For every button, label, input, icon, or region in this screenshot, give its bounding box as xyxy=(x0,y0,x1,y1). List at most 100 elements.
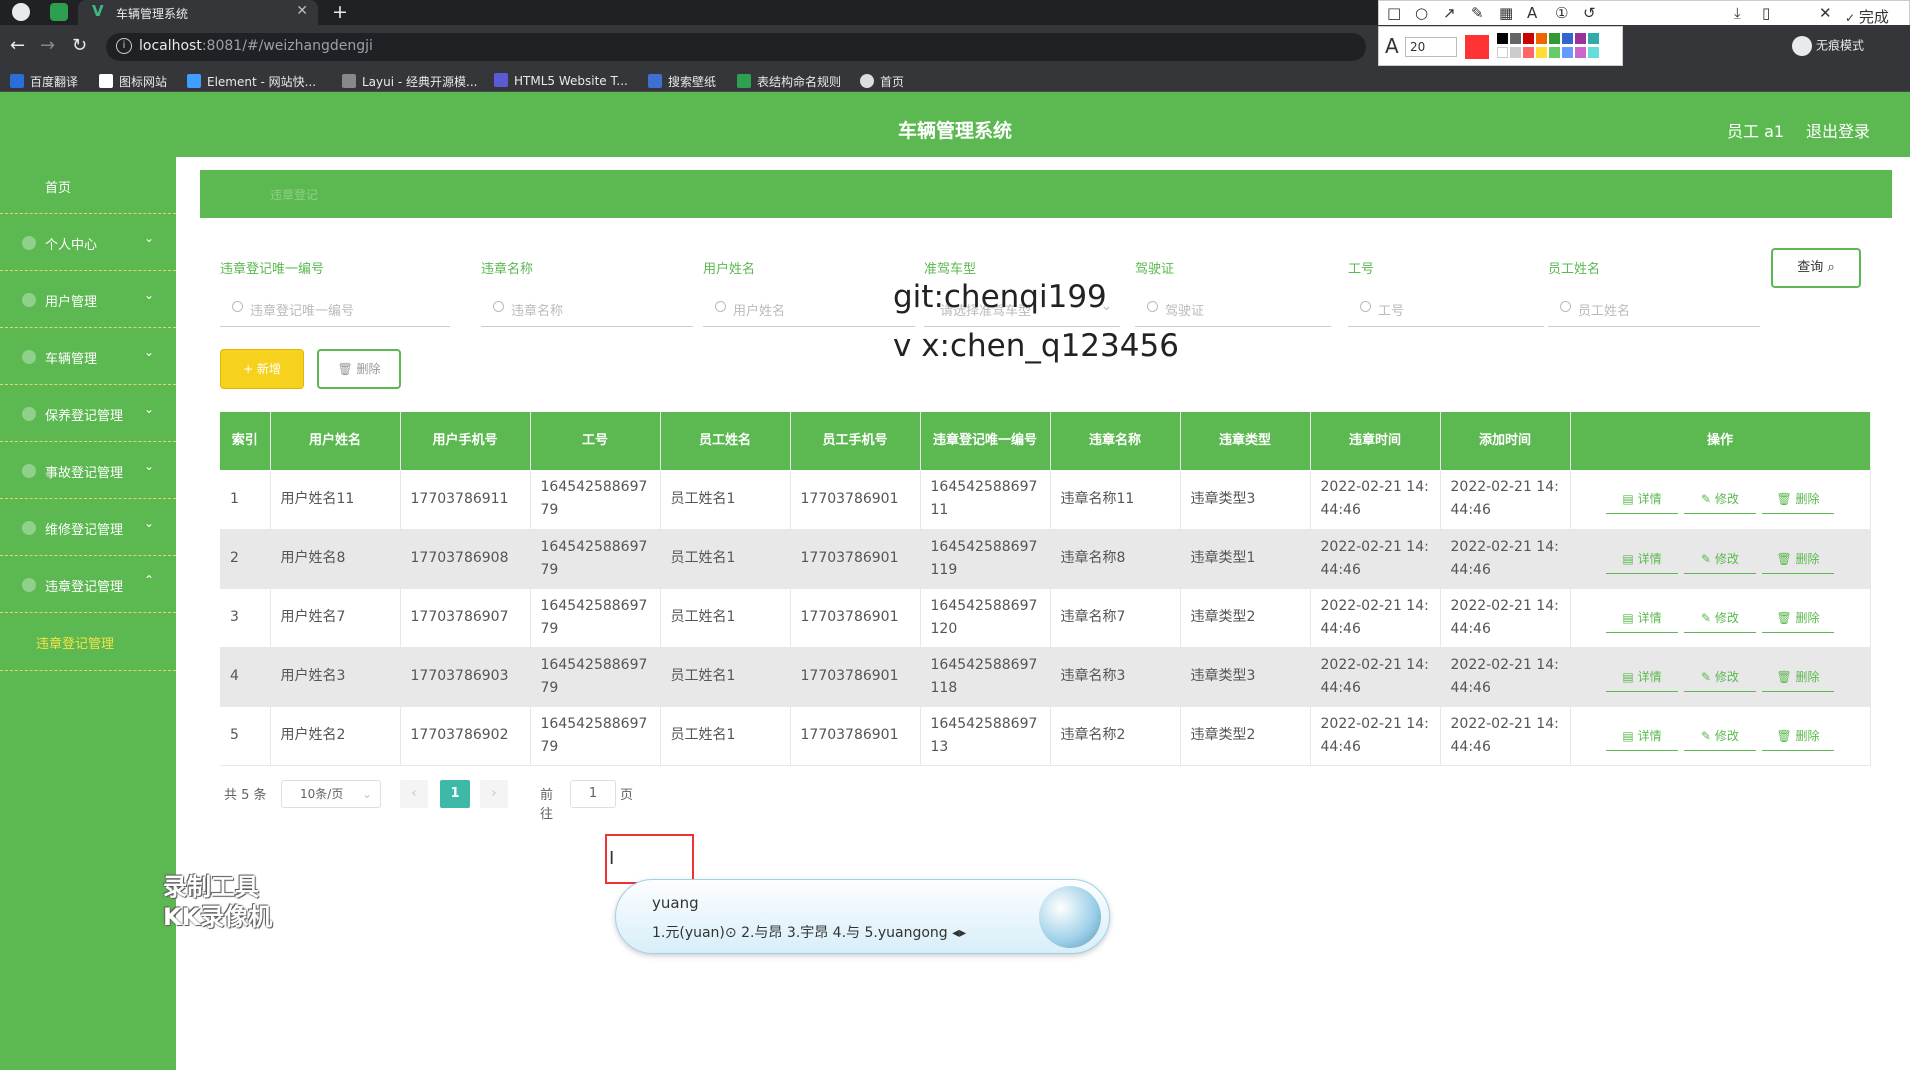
view-button[interactable]: ▤ 详情 xyxy=(1606,544,1678,574)
sidebar-item-vehicles[interactable]: 车辆管理 ⌄ xyxy=(0,328,176,385)
view-button[interactable]: ▤ 详情 xyxy=(1606,662,1678,692)
pin-icon[interactable]: ▯ xyxy=(1762,4,1770,22)
delete-button[interactable]: 🗑 删除 xyxy=(317,349,401,389)
cancel-icon[interactable]: ✕ xyxy=(1819,4,1832,22)
table-cell: 2022-02-21 14:44:46 xyxy=(1440,529,1571,589)
bookmark[interactable]: HTML5 Website T... xyxy=(494,73,628,88)
text-tool-icon[interactable]: A xyxy=(1527,4,1537,22)
current-color-swatch[interactable] xyxy=(1465,35,1489,59)
done-button[interactable]: ✓ 完成 xyxy=(1845,6,1889,27)
sidebar-item-label: 个人中心 xyxy=(45,238,98,253)
sidebar-item-label: 用户管理 xyxy=(45,295,98,310)
employee-name-input[interactable]: 员工姓名 xyxy=(1548,291,1760,327)
bookmark[interactable]: 图标网站 xyxy=(99,73,167,90)
close-tab-icon[interactable]: ✕ xyxy=(296,3,308,19)
violation-name-input[interactable]: 违章名称 xyxy=(481,291,693,327)
user-name-input[interactable]: 用户姓名 xyxy=(703,291,915,327)
page-number-current[interactable]: 1 xyxy=(440,780,470,808)
font-size-select[interactable]: 20 xyxy=(1405,37,1457,57)
edit-button[interactable]: ✎ 修改 xyxy=(1684,662,1756,692)
sidebar-item-repairs[interactable]: 维修登记管理 ⌄ xyxy=(0,499,176,556)
delete-row-button[interactable]: 🗑 删除 xyxy=(1762,484,1834,515)
reload-icon[interactable]: ↻ xyxy=(72,35,87,56)
color-swatch[interactable] xyxy=(1562,47,1573,58)
forward-icon[interactable]: → xyxy=(40,35,55,56)
actions-cell: ▤ 详情 ✎ 修改 🗑 删除 xyxy=(1570,470,1871,530)
new-tab-button[interactable]: + xyxy=(332,1,348,23)
query-button[interactable]: 查询 ⌕ xyxy=(1771,248,1861,288)
url-input[interactable]: i localhost:8081/#/weizhangdengji xyxy=(106,33,1366,61)
bookmark[interactable]: Element - 网站快... xyxy=(187,73,316,90)
color-swatch[interactable] xyxy=(1510,47,1521,58)
table-cell: 违章类型3 xyxy=(1180,470,1311,530)
color-swatch[interactable] xyxy=(1588,33,1599,44)
document-icon: ▤ xyxy=(1622,728,1638,743)
page-arrows-icon[interactable]: ◂▸ xyxy=(952,925,966,941)
bookmark[interactable]: 百度翻译 xyxy=(10,73,78,90)
bookmark[interactable]: Layui - 经典开源模... xyxy=(342,73,477,90)
prev-page-button[interactable]: ‹ xyxy=(400,780,428,808)
color-swatch[interactable] xyxy=(1497,47,1508,58)
view-button[interactable]: ▤ 详情 xyxy=(1606,721,1678,751)
sidebar-item-maintenance[interactable]: 保养登记管理 ⌄ xyxy=(0,385,176,442)
logout-button[interactable]: 退出登录 xyxy=(1806,118,1870,142)
color-swatch[interactable] xyxy=(1575,47,1586,58)
bookmark[interactable]: 表结构命名规则 xyxy=(737,73,841,90)
sidebar-subitem-violation-register[interactable]: 违章登记管理 xyxy=(0,613,176,671)
back-icon[interactable]: ← xyxy=(10,35,25,56)
delete-row-button[interactable]: 🗑 删除 xyxy=(1762,662,1834,692)
tab-active[interactable]: V 车辆管理系统 ✕ xyxy=(78,0,318,25)
ime-candidates[interactable]: 1.元(yuan)⊙ 2.与昂 3.宇昂 4.与 5.yuangong ◂▸ xyxy=(652,922,966,942)
delete-row-button[interactable]: 🗑 删除 xyxy=(1762,721,1834,751)
color-swatch[interactable] xyxy=(1575,33,1586,44)
add-button[interactable]: + 新增 xyxy=(220,349,304,389)
view-button[interactable]: ▤ 详情 xyxy=(1606,603,1678,633)
jump-page-input[interactable]: 1 xyxy=(570,780,616,808)
color-swatch[interactable] xyxy=(1562,33,1573,44)
download-icon[interactable]: ⤓ xyxy=(1734,4,1741,22)
bookmark[interactable]: 首页 xyxy=(860,73,904,90)
circle-tool-icon[interactable]: ○ xyxy=(1415,4,1428,22)
sidebar-item-home[interactable]: 首页 xyxy=(0,157,176,214)
table-cell: 2022-02-21 14:44:46 xyxy=(1440,647,1571,707)
violation-id-input[interactable]: 违章登记唯一编号 xyxy=(220,291,450,327)
edit-button[interactable]: ✎ 修改 xyxy=(1684,603,1756,633)
incognito-indicator[interactable]: 无痕模式 xyxy=(1791,36,1864,56)
color-swatch[interactable] xyxy=(1536,33,1547,44)
mosaic-tool-icon[interactable]: ▦ xyxy=(1499,4,1513,22)
pen-tool-icon[interactable]: ✎ xyxy=(1471,4,1484,22)
table-row: 3 用户姓名7 17703786907 16454258869779 员工姓名1 1770… xyxy=(220,588,1871,648)
color-swatch[interactable] xyxy=(1549,47,1560,58)
color-swatch[interactable] xyxy=(1549,33,1560,44)
rect-tool-icon[interactable]: □ xyxy=(1387,4,1401,22)
color-swatch[interactable] xyxy=(1523,33,1534,44)
edit-button[interactable]: ✎ 修改 xyxy=(1684,721,1756,751)
pinned-tab-icon[interactable] xyxy=(50,3,68,21)
view-button[interactable]: ▤ 详情 xyxy=(1606,484,1678,515)
table-cell: 员工姓名1 xyxy=(660,529,791,589)
bookmark[interactable]: 搜索壁纸 xyxy=(648,73,716,90)
color-swatch[interactable] xyxy=(1588,47,1599,58)
color-swatch[interactable] xyxy=(1523,47,1534,58)
page-size-select[interactable]: 10条/页 ⌄ xyxy=(281,780,381,808)
sidebar-item-accidents[interactable]: 事故登记管理 ⌄ xyxy=(0,442,176,499)
sidebar-item-profile[interactable]: 个人中心 ⌄ xyxy=(0,214,176,271)
edit-button[interactable]: ✎ 修改 xyxy=(1684,544,1756,574)
number-tool-icon[interactable]: ① xyxy=(1555,4,1568,22)
arrow-tool-icon[interactable]: ↗ xyxy=(1443,4,1456,22)
annotation-text-box[interactable] xyxy=(605,834,694,884)
table-cell: 违章名称3 xyxy=(1050,647,1181,707)
site-info-icon[interactable]: i xyxy=(116,38,132,54)
sidebar-item-violations[interactable]: 违章登记管理 ⌃ xyxy=(0,556,176,613)
delete-row-button[interactable]: 🗑 删除 xyxy=(1762,544,1834,574)
next-page-button[interactable]: › xyxy=(480,780,508,808)
undo-icon[interactable]: ↺ xyxy=(1583,4,1596,22)
menu-icon xyxy=(22,464,36,478)
sidebar-item-users[interactable]: 用户管理 ⌄ xyxy=(0,271,176,328)
employee-id-input[interactable]: 工号 xyxy=(1348,291,1544,327)
delete-row-button[interactable]: 🗑 删除 xyxy=(1762,603,1834,633)
color-swatch[interactable] xyxy=(1510,33,1521,44)
edit-button[interactable]: ✎ 修改 xyxy=(1684,484,1756,515)
color-swatch[interactable] xyxy=(1536,47,1547,58)
color-swatch[interactable] xyxy=(1497,33,1508,44)
